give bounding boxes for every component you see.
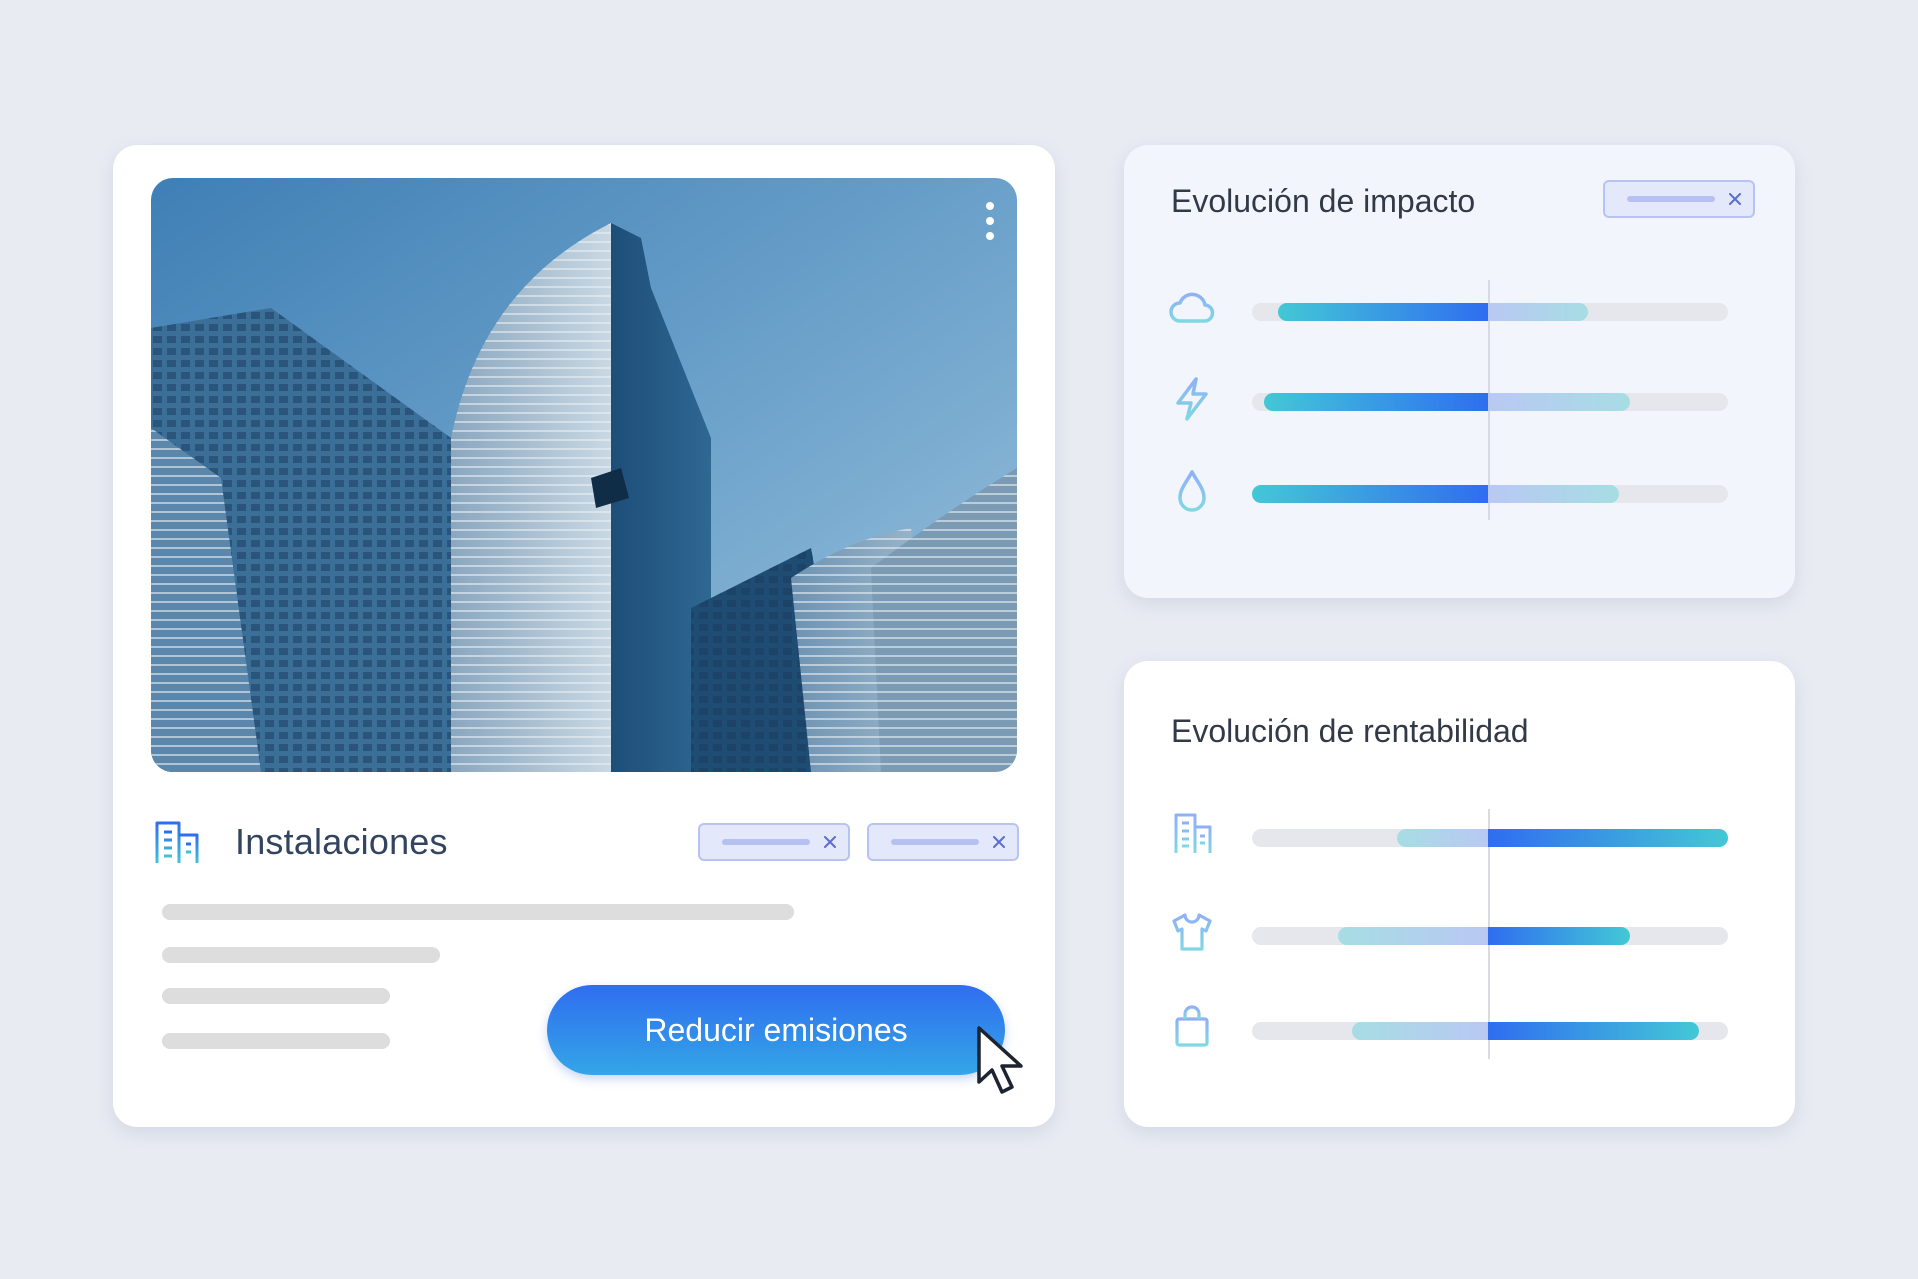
skyscrapers-image (151, 178, 1017, 772)
retail-after-fill (1488, 1022, 1699, 1040)
apparel-after-fill (1488, 927, 1630, 945)
lightning-icon (1176, 377, 1208, 421)
water-after-fill (1488, 485, 1619, 503)
close-icon[interactable] (1729, 193, 1741, 205)
energy-metric-bar (1252, 393, 1728, 411)
facilities-after-fill (1488, 829, 1728, 847)
filter-chip[interactable] (698, 823, 850, 861)
kebab-menu-icon[interactable] (977, 194, 1003, 248)
cloud-after-fill (1488, 303, 1588, 321)
chip-placeholder (722, 839, 810, 845)
retail-before-fill (1352, 1022, 1488, 1040)
text-placeholder-line (162, 988, 390, 1004)
shopping-bag-icon (1175, 1005, 1209, 1047)
water-metric-bar (1252, 485, 1728, 503)
facilities-metric-bar (1252, 829, 1728, 847)
filter-chip[interactable] (1603, 180, 1755, 218)
close-icon[interactable] (824, 836, 836, 848)
chip-placeholder (1627, 196, 1715, 202)
cloud-icon (1169, 292, 1215, 323)
text-placeholder-line (162, 1033, 390, 1049)
facility-title: Instalaciones (235, 821, 448, 862)
water-before-fill (1252, 485, 1488, 503)
text-placeholder-line (162, 947, 440, 963)
retail-metric-bar (1252, 1022, 1728, 1040)
building-icon (153, 821, 201, 865)
mouse-cursor-icon (977, 1026, 1023, 1094)
facility-card: Instalaciones Reducir emisiones (113, 145, 1055, 1127)
building-icon (1172, 813, 1213, 855)
shirt-icon (1172, 913, 1212, 951)
impact-evolution-panel: Evolución de impacto (1124, 145, 1795, 598)
panel-title: Evolución de impacto (1171, 183, 1476, 219)
text-placeholder-line (162, 904, 794, 920)
cloud-before-fill (1278, 303, 1488, 321)
close-icon[interactable] (993, 836, 1005, 848)
chip-placeholder (891, 839, 979, 845)
profitability-evolution-panel: Evolución de rentabilidad (1124, 661, 1795, 1127)
facility-header: Instalaciones (153, 817, 1019, 867)
filter-chips (698, 823, 1019, 861)
energy-after-fill (1488, 393, 1630, 411)
facilities-before-fill (1397, 829, 1488, 847)
filter-chip[interactable] (867, 823, 1019, 861)
water-drop-icon (1178, 470, 1206, 512)
reduce-emissions-button[interactable]: Reducir emisiones (547, 985, 1005, 1075)
apparel-before-fill (1338, 927, 1488, 945)
panel-title: Evolución de rentabilidad (1171, 713, 1529, 749)
energy-before-fill (1264, 393, 1488, 411)
apparel-metric-bar (1252, 927, 1728, 945)
building-photo (151, 178, 1017, 772)
cloud-metric-bar (1252, 303, 1728, 321)
